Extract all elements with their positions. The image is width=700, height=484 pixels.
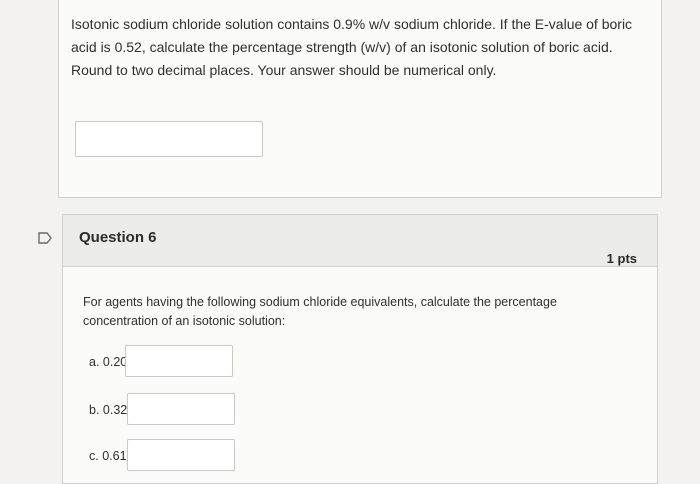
part-b-input[interactable] [127,393,235,425]
part-a-label: a. 0.20 [89,355,128,369]
question-points: 1 pts [606,251,637,266]
part-c-label: c. 0.61 [89,449,127,463]
question-title: Question 6 [79,229,157,246]
flag-outline-icon[interactable] [38,232,52,244]
question-text: Isotonic sodium chloride solution contai… [71,16,633,78]
answer-input[interactable] [75,121,263,157]
part-a-input[interactable] [125,345,233,377]
previous-question-card: Isotonic sodium chloride solution contai… [58,0,662,198]
question-6-card: Question 6 1 pts For agents having the f… [62,214,658,484]
part-c-input[interactable] [127,439,235,471]
question-text: For agents having the following sodium c… [83,295,557,328]
part-b-label: b. 0.32 [89,403,128,417]
question-header: Question 6 1 pts [63,215,657,267]
